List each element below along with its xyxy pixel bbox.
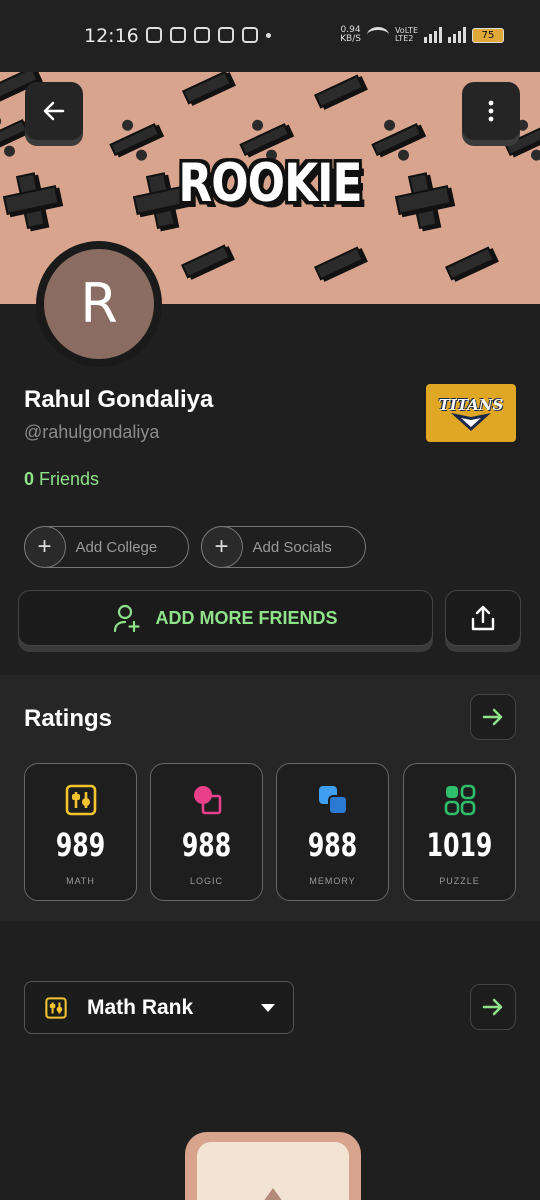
team-badge[interactable]: TITANS xyxy=(426,384,516,442)
add-college-label: Add College xyxy=(75,538,158,556)
arrow-left-icon xyxy=(43,101,65,121)
rating-value: 989 xyxy=(55,826,106,864)
ratings-section: Ratings 989 MATH 988 LOGIC 988 MEMORY 10… xyxy=(0,675,540,921)
rank-emblem-icon xyxy=(263,1188,283,1200)
minus-symbol xyxy=(314,74,364,109)
rating-card-logic[interactable]: 988 LOGIC xyxy=(150,763,263,901)
signal-icon xyxy=(424,27,442,43)
rating-card-memory[interactable]: 988 MEMORY xyxy=(276,763,389,901)
rank-selected-label: Math Rank xyxy=(87,995,194,1019)
minus-symbol xyxy=(182,72,232,105)
friends-label: Friends xyxy=(39,469,100,489)
avatar-ring: R xyxy=(36,241,162,367)
rating-label: PUZZLE xyxy=(439,876,480,886)
notification-icons xyxy=(146,27,271,43)
add-college-button[interactable]: + Add College xyxy=(23,526,189,568)
ratings-arrow-button[interactable] xyxy=(470,694,516,740)
plus-icon: + xyxy=(200,526,243,568)
more-notifications-icon xyxy=(266,32,271,38)
minus-symbol xyxy=(181,244,231,279)
minus-symbol xyxy=(314,246,364,281)
wifi-icon xyxy=(366,27,389,43)
avatar[interactable]: R xyxy=(44,249,154,359)
minus-symbol xyxy=(445,246,495,281)
app-icon xyxy=(242,27,258,43)
rating-value: 988 xyxy=(181,826,232,864)
user-plus-icon xyxy=(114,604,141,633)
profile-name: Rahul Gondaliya xyxy=(24,386,214,413)
status-time: 12:16 xyxy=(84,25,139,47)
signal-icon-2 xyxy=(448,27,466,43)
instagram-icon xyxy=(146,27,162,43)
rating-label: MATH xyxy=(66,876,95,886)
ratings-title: Ratings xyxy=(24,705,113,732)
math-icon xyxy=(45,996,67,1019)
rank-category-dropdown[interactable]: Math Rank xyxy=(24,981,294,1034)
rank-card xyxy=(185,1132,361,1200)
chevron-down-icon xyxy=(261,1004,275,1012)
rating-card-math[interactable]: 989 MATH xyxy=(24,763,137,901)
arrow-right-icon xyxy=(482,998,503,1016)
volte-indicator: VoLTE LTE2 xyxy=(394,26,418,43)
add-more-friends-label: ADD MORE FRIENDS xyxy=(155,607,338,628)
friends-number: 0 xyxy=(24,469,35,489)
rank-title: ROOKIE xyxy=(178,152,362,215)
flag-icon xyxy=(194,27,210,43)
back-button[interactable] xyxy=(25,82,83,140)
logic-icon xyxy=(193,786,221,815)
rating-label: MEMORY xyxy=(309,876,356,886)
arrow-right-icon xyxy=(482,708,503,726)
rank-arrow-button[interactable] xyxy=(470,984,516,1030)
rating-value: 1019 xyxy=(426,826,493,864)
profile-handle: @rahulgondaliya xyxy=(24,422,160,442)
plus-icon: + xyxy=(23,526,66,568)
status-bar: 12:16 0.94 KB/S VoLTE LTE2 75 xyxy=(0,0,540,72)
more-options-button[interactable] xyxy=(462,82,520,140)
team-name: TITANS xyxy=(438,396,504,414)
memory-icon xyxy=(318,786,348,815)
battery-icon: 75 xyxy=(472,27,504,43)
math-icon xyxy=(65,784,96,816)
add-more-friends-button[interactable]: ADD MORE FRIENDS xyxy=(18,590,433,646)
rating-card-puzzle[interactable]: 1019 PUZZLE xyxy=(403,763,516,901)
friends-count[interactable]: 0 Friends xyxy=(24,469,99,490)
rank-card-inner xyxy=(197,1142,349,1200)
share-icon xyxy=(471,605,495,631)
status-right: 0.94 KB/S VoLTE LTE2 75 xyxy=(340,26,504,44)
more-vertical-icon xyxy=(488,100,494,122)
add-socials-button[interactable]: + Add Socials xyxy=(200,526,366,568)
share-button[interactable] xyxy=(445,590,521,646)
net-speed: 0.94 KB/S xyxy=(340,25,361,44)
puzzle-icon xyxy=(444,784,475,816)
rating-value: 988 xyxy=(307,826,358,864)
telegram-icon xyxy=(170,27,186,43)
youtube-icon xyxy=(218,27,234,43)
add-socials-label: Add Socials xyxy=(252,538,332,556)
rating-label: LOGIC xyxy=(189,876,223,886)
